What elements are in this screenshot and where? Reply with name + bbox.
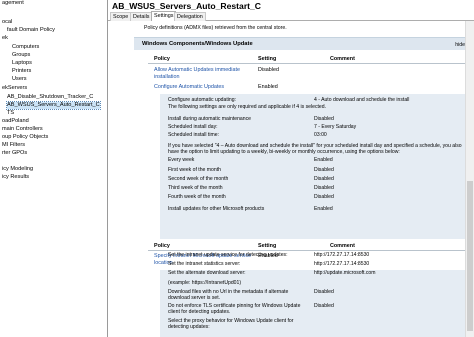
tree-item[interactable]: rter GPOs bbox=[2, 150, 27, 157]
policy-link-configure-au[interactable]: Configure Automatic Updates bbox=[154, 84, 224, 90]
hide-link[interactable]: hide bbox=[455, 42, 465, 48]
detail-label: Configure automatic updating: bbox=[168, 97, 236, 103]
tree-item[interactable]: ekServers bbox=[2, 85, 27, 92]
week-option-label: Third week of the month bbox=[168, 185, 223, 191]
table-header: Policy Setting Comment bbox=[148, 55, 465, 64]
week-option-value: Disabled bbox=[314, 167, 334, 173]
intranet-detail-value: http://172.27.17.14:8530 bbox=[314, 261, 370, 267]
tree-item[interactable]: oup Policy Objects bbox=[2, 134, 48, 141]
tree-item[interactable]: fault Domain Policy bbox=[7, 27, 55, 34]
col-setting: Setting bbox=[258, 243, 277, 249]
week-option-label: Second week of the month bbox=[168, 176, 229, 182]
other-products-value: Enabled bbox=[314, 206, 333, 212]
col-comment: Comment bbox=[330, 243, 355, 249]
tree-item[interactable]: ocal bbox=[2, 19, 12, 26]
section-header-windows-update[interactable]: Windows Components/Windows Update bbox=[134, 37, 465, 50]
intranet-detail-label: Set the intranet statistics server: bbox=[168, 261, 241, 267]
intranet-detail-value: http://update.microsoft.com bbox=[314, 270, 376, 276]
intranet-detail-label: Set the alternate download server: bbox=[168, 270, 246, 276]
detail-label: Install during automatic maintenance bbox=[168, 116, 251, 122]
detail-label: Scheduled install day: bbox=[168, 124, 218, 130]
detail-value: Disabled bbox=[314, 116, 334, 122]
intranet-detail-label: download server is set. bbox=[168, 295, 221, 301]
report-scrollbar[interactable] bbox=[465, 21, 474, 337]
col-policy: Policy bbox=[154, 243, 170, 249]
tree-item[interactable]: Laptops bbox=[12, 60, 32, 67]
week-option-value: Disabled bbox=[314, 176, 334, 182]
detail-value: 03:00 bbox=[314, 132, 327, 138]
tab-details[interactable]: Details bbox=[130, 12, 153, 21]
section-title: Windows Components/Windows Update bbox=[142, 41, 253, 47]
settings-report: Policy definitions (ADMX files) retrieve… bbox=[108, 21, 465, 337]
detail-label: Scheduled install time: bbox=[168, 132, 219, 138]
tab-strip: Scope Details Settings Delegation bbox=[108, 11, 474, 22]
policy-link-allow-immediate[interactable]: Allow Automatic Updates immediate bbox=[154, 67, 240, 73]
detail-value: 7 - Every Saturday bbox=[314, 124, 357, 130]
week-option-label: Fourth week of the month bbox=[168, 194, 226, 200]
policy-link-allow-immediate-cont[interactable]: installation bbox=[154, 74, 179, 80]
gpo-details-pane: AB_WSUS_Servers_Auto_Restart_C Scope Det… bbox=[108, 0, 474, 337]
scrollbar-thumb[interactable] bbox=[467, 181, 473, 331]
tree-item[interactable]: AB_WSUS_Servers_Auto_Restart_C bbox=[6, 101, 101, 110]
tree-item[interactable]: TS bbox=[7, 110, 14, 117]
intranet-detail-label: client for detecting updates. bbox=[168, 309, 231, 315]
week-option-label: First week of the month bbox=[168, 167, 221, 173]
col-comment: Comment bbox=[330, 56, 355, 62]
intranet-detail-label: Set the intranet update service for dete… bbox=[168, 252, 288, 258]
tree-item[interactable]: Computers bbox=[12, 44, 39, 51]
tree-item[interactable]: Users bbox=[12, 76, 27, 83]
setting-value: Enabled bbox=[258, 84, 278, 90]
week-option-value: Enabled bbox=[314, 157, 333, 163]
tree-item[interactable]: icy Results bbox=[2, 174, 29, 181]
col-setting: Setting bbox=[258, 56, 277, 62]
tree-item[interactable]: icy Modeling bbox=[2, 166, 33, 173]
tree-item[interactable]: main Controllers bbox=[2, 126, 43, 133]
tree-item[interactable]: AB_Disable_Shutdown_Tracker_C bbox=[7, 94, 93, 101]
intranet-detail-value: Disabled bbox=[314, 303, 334, 309]
intranet-detail-value: Disabled bbox=[314, 289, 334, 295]
col-policy: Policy bbox=[154, 56, 170, 62]
tab-delegation[interactable]: Delegation bbox=[174, 12, 206, 21]
week-option-value: Disabled bbox=[314, 185, 334, 191]
intranet-detail-label: detecting updates: bbox=[168, 324, 210, 330]
tree-item[interactable]: Printers bbox=[12, 68, 31, 75]
detail-label: The following settings are only required… bbox=[168, 104, 326, 110]
tab-scope[interactable]: Scope bbox=[110, 12, 132, 21]
tree-item[interactable]: oadPoland bbox=[2, 118, 29, 125]
table-header: Policy Setting Comment bbox=[148, 242, 465, 251]
admx-note: Policy definitions (ADMX files) retrieve… bbox=[144, 25, 287, 31]
other-products-label: Install updates for other Microsoft prod… bbox=[168, 206, 265, 212]
tree-item[interactable]: agement bbox=[2, 0, 24, 7]
detail-value: 4 - Auto download and schedule the insta… bbox=[314, 97, 410, 103]
schedule-note: have the option to limit updating to a w… bbox=[168, 149, 400, 155]
week-option-value: Disabled bbox=[314, 194, 334, 200]
setting-value: Disabled bbox=[258, 67, 279, 73]
tree-item[interactable]: ek bbox=[2, 35, 8, 42]
intranet-detail-value: http://172.27.17.14:8530 bbox=[314, 252, 370, 258]
tree-item[interactable]: Groups bbox=[12, 52, 30, 59]
gpo-tree-pane: agement ocal fault Domain Policy ek Computer… bbox=[0, 0, 108, 337]
week-option-label: Every week bbox=[168, 157, 195, 163]
intranet-detail-label: (example: https://IntranetUpd01) bbox=[168, 280, 242, 286]
gpo-title: AB_WSUS_Servers_Auto_Restart_C bbox=[112, 1, 262, 11]
tree-item[interactable]: MI Filters bbox=[2, 142, 25, 149]
policy-table-1: Policy Setting Comment Allow Automatic U… bbox=[148, 55, 465, 99]
